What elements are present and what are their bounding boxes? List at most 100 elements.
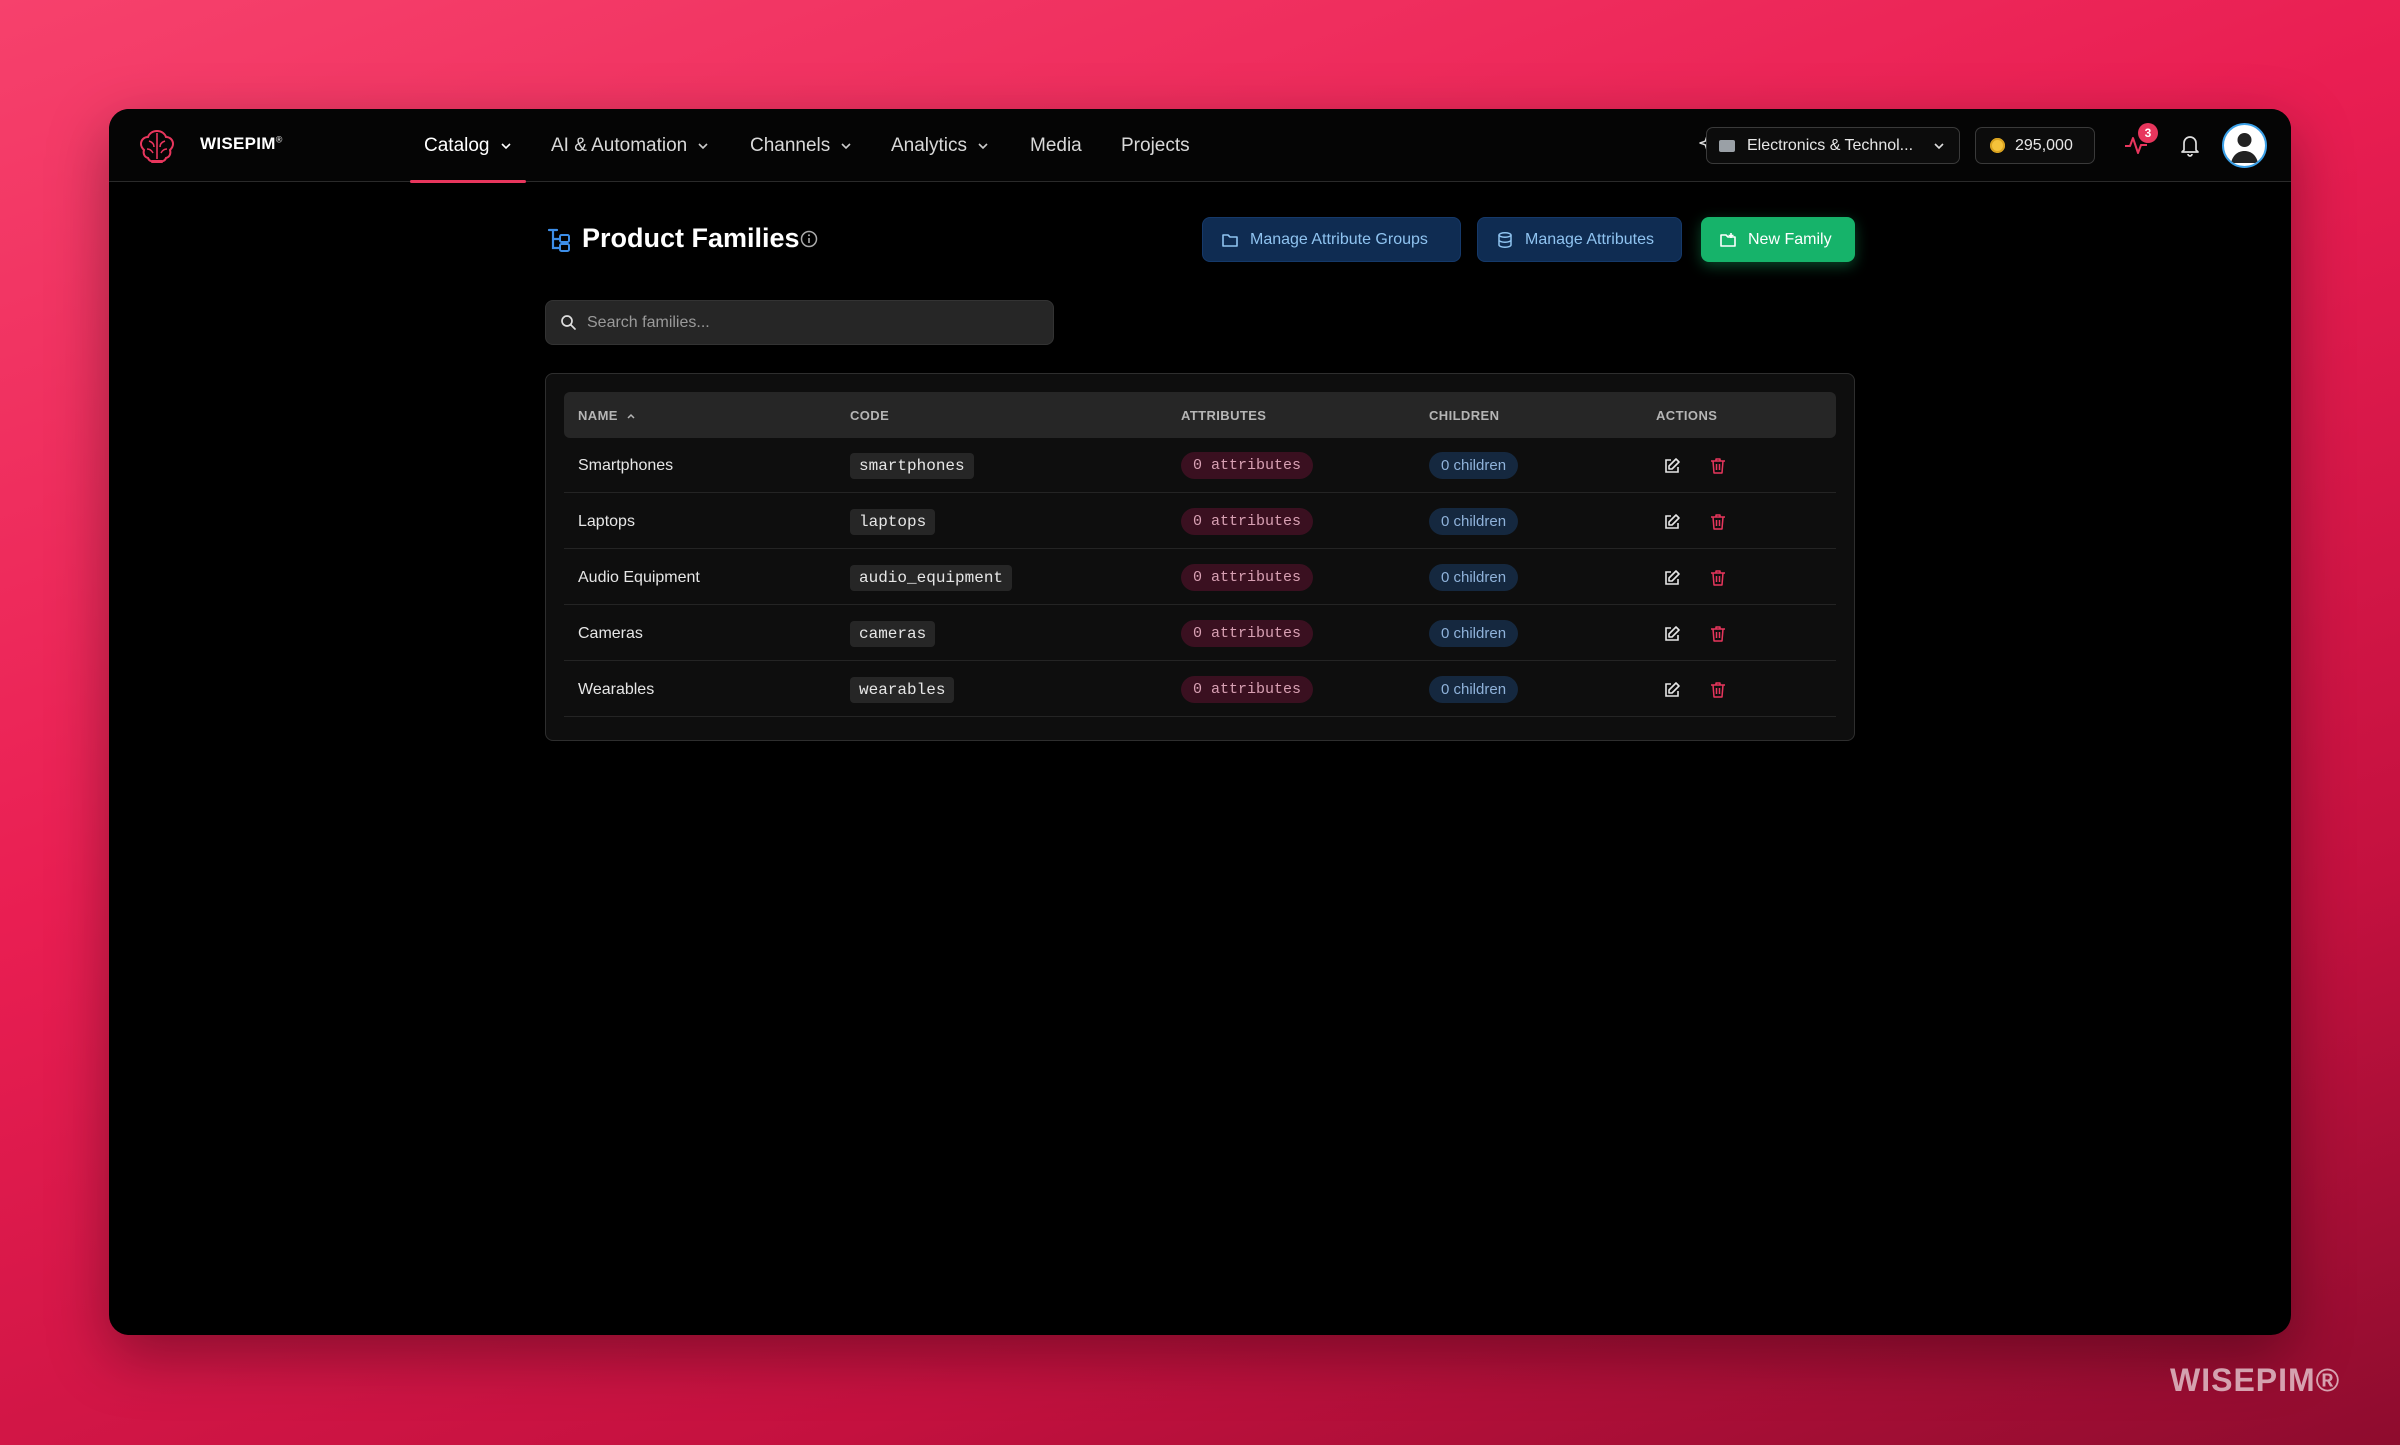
children-cell: 0 children (1429, 550, 1519, 605)
manage-attributes-button[interactable]: Manage Attributes (1477, 217, 1682, 262)
search-input[interactable] (587, 313, 1027, 332)
family-code-cell: smartphones (850, 438, 974, 493)
families-table: NAME CODE ATTRIBUTES CHILDREN ACTIONS Sm… (545, 373, 1855, 741)
edit-icon[interactable] (1661, 679, 1683, 701)
nav-ai-automation[interactable]: AI & Automation (551, 109, 709, 182)
credits-balance[interactable]: 295,000 (1975, 127, 2095, 164)
attributes-count-badge[interactable]: 0 attributes (1181, 452, 1314, 479)
column-header-code: CODE (850, 408, 890, 423)
family-tree-icon (547, 228, 570, 252)
delete-icon[interactable] (1707, 679, 1729, 701)
attributes-cell: 0 attributes (1181, 438, 1314, 493)
top-navbar: WISEPIM® Catalog AI & Automation Channel… (109, 109, 2291, 183)
nav-media[interactable]: Media (1030, 109, 1082, 182)
workspace-selector[interactable]: Electronics & Technol... (1706, 127, 1960, 164)
nav-analytics[interactable]: Analytics (891, 109, 989, 182)
nav-channels[interactable]: Channels (750, 109, 852, 182)
info-icon[interactable] (800, 230, 818, 248)
chevron-down-icon (841, 142, 851, 149)
edit-icon[interactable] (1661, 623, 1683, 645)
attributes-count-badge[interactable]: 0 attributes (1181, 620, 1314, 647)
actions-cell (1661, 606, 1729, 661)
family-code: smartphones (850, 452, 974, 479)
children-count-badge[interactable]: 0 children (1429, 620, 1519, 647)
column-header-attributes: ATTRIBUTES (1181, 408, 1267, 423)
manage-attribute-groups-button[interactable]: Manage Attribute Groups (1202, 217, 1461, 262)
user-avatar[interactable] (2222, 123, 2267, 168)
children-cell: 0 children (1429, 438, 1519, 493)
actions-cell (1661, 438, 1729, 493)
table-header: NAME CODE ATTRIBUTES CHILDREN ACTIONS (564, 392, 1836, 438)
family-name: Audio Equipment (578, 568, 700, 586)
notification-count-badge: 3 (2138, 123, 2158, 143)
attributes-count-badge[interactable]: 0 attributes (1181, 676, 1314, 703)
family-name: Wearables (578, 680, 655, 698)
delete-icon[interactable] (1707, 623, 1729, 645)
brain-logo-icon[interactable] (137, 127, 177, 165)
page-title: Product Families (582, 223, 800, 253)
chevron-down-icon (698, 142, 708, 149)
column-header-children: CHILDREN (1429, 408, 1500, 423)
table-row[interactable]: Audio Equipment audio_equipment 0 attrib… (564, 550, 1836, 605)
coin-icon (1990, 138, 2005, 153)
actions-cell (1661, 550, 1729, 605)
database-icon (1498, 231, 1512, 248)
children-cell: 0 children (1429, 494, 1519, 549)
family-code: audio_equipment (850, 564, 1013, 591)
delete-icon[interactable] (1707, 455, 1729, 477)
family-code: laptops (850, 508, 936, 535)
family-code-cell: wearables (850, 662, 955, 717)
family-code-cell: laptops (850, 494, 936, 549)
workspace-flag-icon (1719, 139, 1735, 152)
family-code-cell: cameras (850, 606, 936, 661)
family-name: Cameras (578, 624, 643, 642)
attributes-cell: 0 attributes (1181, 550, 1314, 605)
children-count-badge[interactable]: 0 children (1429, 508, 1519, 535)
workspace-label: Electronics & Technol... (1747, 136, 1914, 154)
table-row[interactable]: Wearables wearables 0 attributes 0 child… (564, 662, 1836, 717)
chevron-down-icon (1934, 143, 1944, 150)
edit-icon[interactable] (1661, 567, 1683, 589)
children-count-badge[interactable]: 0 children (1429, 564, 1519, 591)
manage-attributes-label: Manage Attributes (1525, 230, 1654, 248)
brand-name[interactable]: WISEPIM® (200, 134, 283, 154)
actions-cell (1661, 494, 1729, 549)
attributes-count-badge[interactable]: 0 attributes (1181, 508, 1314, 535)
chevron-down-icon (500, 142, 511, 149)
family-name: Laptops (578, 512, 635, 530)
edit-icon[interactable] (1661, 455, 1683, 477)
search-families-field[interactable] (545, 300, 1054, 345)
new-family-label: New Family (1748, 230, 1832, 248)
delete-icon[interactable] (1707, 567, 1729, 589)
folder-icon (1222, 233, 1238, 247)
attributes-cell: 0 attributes (1181, 662, 1314, 717)
delete-icon[interactable] (1707, 511, 1729, 533)
attributes-cell: 0 attributes (1181, 494, 1314, 549)
chevron-down-icon (978, 142, 988, 149)
new-family-button[interactable]: New Family (1701, 217, 1855, 262)
attributes-count-badge[interactable]: 0 attributes (1181, 564, 1314, 591)
app-window: WISEPIM® Catalog AI & Automation Channel… (109, 109, 2291, 1335)
watermark: WISEPIM® (2170, 1362, 2341, 1398)
family-name: Smartphones (578, 456, 674, 474)
table-row[interactable]: Cameras cameras 0 attributes 0 children (564, 606, 1836, 661)
edit-icon[interactable] (1661, 511, 1683, 533)
table-row[interactable]: Smartphones smartphones 0 attributes 0 c… (564, 438, 1836, 493)
sort-ascending-icon (627, 413, 635, 419)
children-count-badge[interactable]: 0 children (1429, 676, 1519, 703)
column-header-name[interactable]: NAME (578, 408, 636, 423)
bell-icon[interactable] (2176, 131, 2204, 159)
children-cell: 0 children (1429, 606, 1519, 661)
nav-catalog[interactable]: Catalog (410, 109, 525, 183)
folder-plus-icon (1720, 232, 1736, 247)
children-count-badge[interactable]: 0 children (1429, 452, 1519, 479)
table-row[interactable]: Laptops laptops 0 attributes 0 children (564, 494, 1836, 549)
children-cell: 0 children (1429, 662, 1519, 717)
family-code: cameras (850, 620, 936, 647)
family-code-cell: audio_equipment (850, 550, 1013, 605)
family-code: wearables (850, 676, 955, 703)
actions-cell (1661, 662, 1729, 717)
column-header-actions: ACTIONS (1656, 408, 1718, 423)
manage-attribute-groups-label: Manage Attribute Groups (1250, 230, 1428, 248)
nav-projects[interactable]: Projects (1121, 109, 1190, 182)
